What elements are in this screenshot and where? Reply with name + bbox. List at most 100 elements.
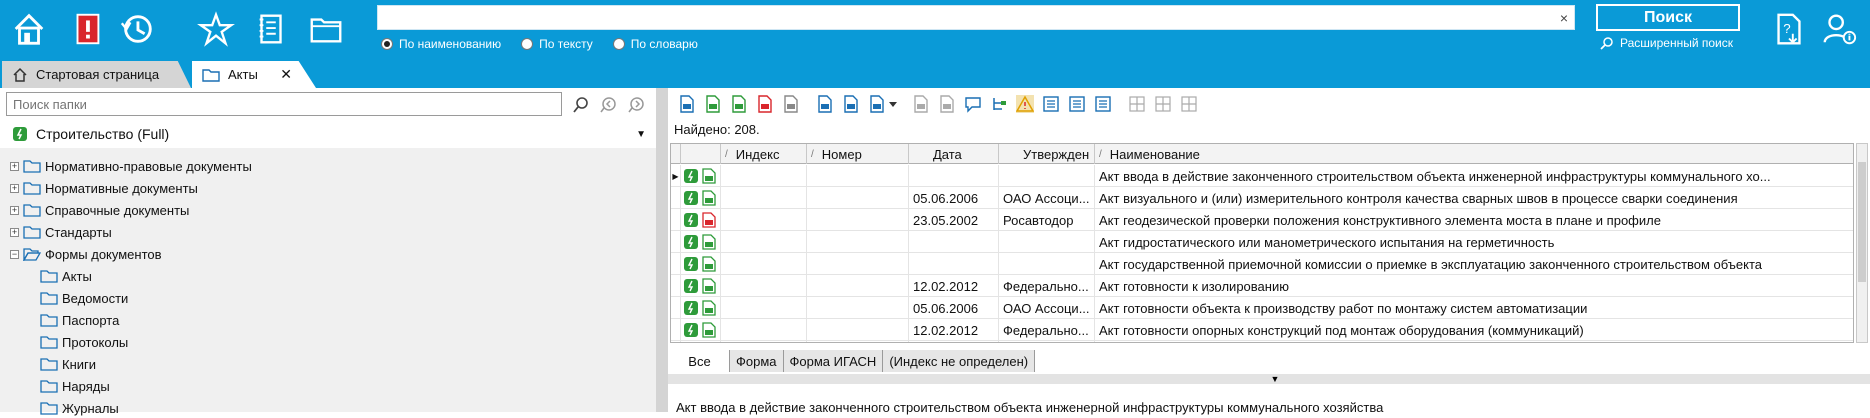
- folder-search-input[interactable]: [7, 93, 561, 115]
- tab-start-page[interactable]: Стартовая страница: [2, 61, 191, 88]
- root-folder-selector[interactable]: Строительство (Full) ▼: [12, 124, 646, 144]
- layout-1-icon[interactable]: [1126, 93, 1148, 115]
- doc-green-edit-icon[interactable]: [728, 93, 750, 115]
- tab-acts[interactable]: Акты ✕: [192, 61, 316, 88]
- search-field[interactable]: ×: [377, 5, 1575, 30]
- tree-item[interactable]: + Нормативные документы: [10, 178, 198, 198]
- checklist-icon[interactable]: [936, 93, 958, 115]
- radio-by-name[interactable]: По наименованию: [381, 37, 501, 51]
- table-row[interactable]: 12.02.2012 Федерально... Акт готовности к …: [671, 275, 1853, 297]
- tree-item[interactable]: Ведомости: [40, 288, 128, 308]
- folder-icon: [40, 336, 58, 349]
- filter-tab[interactable]: Все: [670, 350, 730, 372]
- grid-view-icon[interactable]: [1066, 93, 1088, 115]
- row-indicator: [671, 275, 681, 297]
- favorites-star-icon[interactable]: [195, 8, 237, 50]
- tree-item[interactable]: + Стандарты: [10, 222, 112, 242]
- tree-item[interactable]: Журналы: [40, 398, 119, 418]
- search-input[interactable]: [378, 6, 1574, 29]
- tree-item[interactable]: + Нормативно-правовые документы: [10, 156, 252, 176]
- horizontal-splitter[interactable]: ▼: [668, 374, 1870, 384]
- dropdown-arrow-icon[interactable]: [888, 93, 898, 115]
- doc-gray-icon[interactable]: [780, 93, 802, 115]
- doc-red-icon[interactable]: [754, 93, 776, 115]
- table-row[interactable]: 23.05.2002 Росавтодор Акт геодезической пр…: [671, 209, 1853, 231]
- tree-item[interactable]: − Формы документов: [10, 244, 162, 264]
- status-header: [681, 144, 721, 164]
- folder-search-field[interactable]: [6, 92, 562, 116]
- database-icon: [13, 127, 27, 141]
- tree-item-label: Журналы: [62, 400, 119, 416]
- folder-open-icon: [23, 248, 41, 261]
- doc-green-icon[interactable]: [702, 93, 724, 115]
- search-button[interactable]: Поиск: [1596, 4, 1740, 31]
- table-row[interactable]: 12.02.2012 Федерально... Акт готовности оп…: [671, 319, 1853, 341]
- filter-tab[interactable]: Форма: [730, 350, 784, 372]
- table-row[interactable]: ▶ Акт ввода в действие законченного строи…: [671, 165, 1853, 187]
- history-icon[interactable]: [116, 8, 158, 50]
- export-icon[interactable]: [814, 93, 836, 115]
- folder-icon[interactable]: [305, 8, 347, 50]
- column-header-label: Утвержден: [1023, 146, 1090, 162]
- search-next-icon[interactable]: [626, 94, 648, 116]
- import-icon[interactable]: [840, 93, 862, 115]
- clear-search-icon[interactable]: ×: [1560, 10, 1568, 26]
- table-scrollbar[interactable]: [1856, 143, 1868, 343]
- warning-icon[interactable]: [1014, 93, 1036, 115]
- search-icon[interactable]: [570, 94, 592, 116]
- help-document-icon[interactable]: ?: [1768, 8, 1810, 50]
- scrollbar-thumb[interactable]: [1858, 162, 1866, 282]
- search-previous-icon[interactable]: [598, 94, 620, 116]
- column-header-date[interactable]: Дата: [909, 144, 999, 164]
- send-icon[interactable]: [866, 93, 888, 115]
- doc-blue-icon[interactable]: [676, 93, 698, 115]
- layout-2-icon[interactable]: [1152, 93, 1174, 115]
- tree-item[interactable]: Протоколы: [40, 332, 128, 352]
- list-view-icon[interactable]: [1040, 93, 1062, 115]
- radio-by-text[interactable]: По тексту: [521, 37, 593, 51]
- user-info-icon[interactable]: [1818, 8, 1860, 50]
- column-header-number[interactable]: / Номер: [807, 144, 909, 164]
- database-icon: [684, 213, 698, 227]
- tree-item[interactable]: Наряды: [40, 376, 110, 396]
- document-icon: [702, 256, 716, 272]
- tree-item[interactable]: Паспорта: [40, 310, 119, 330]
- expand-icon[interactable]: +: [10, 205, 19, 215]
- home-icon[interactable]: [8, 8, 50, 50]
- table-row[interactable]: Акт гидростатического или манометрическо…: [671, 231, 1853, 253]
- expand-icon[interactable]: +: [10, 183, 19, 193]
- column-header-name[interactable]: / Наименование: [1095, 144, 1853, 164]
- magnifier-icon: [1600, 37, 1613, 50]
- notebook-icon[interactable]: [250, 8, 292, 50]
- tree-item[interactable]: + Справочные документы: [10, 200, 189, 220]
- table-row[interactable]: Акт-допуск для производства строительно-…: [671, 341, 1853, 342]
- collapse-icon[interactable]: −: [10, 249, 19, 259]
- close-icon[interactable]: ✕: [280, 66, 292, 83]
- expand-icon[interactable]: +: [10, 161, 19, 171]
- folder-tree: + Нормативно-правовые документы + Нормативн…: [0, 148, 656, 416]
- hierarchy-icon[interactable]: [988, 93, 1010, 115]
- table-row[interactable]: 05.06.2006 ОАО Ассоци... Акт визуального и…: [671, 187, 1853, 209]
- filter-tab[interactable]: (Индекс не определен): [883, 350, 1036, 372]
- cell-index: [721, 209, 807, 231]
- tree-item[interactable]: Книги: [40, 354, 96, 374]
- tree-item[interactable]: Акты: [40, 266, 92, 286]
- expand-icon[interactable]: +: [10, 227, 19, 237]
- cell-number: [807, 297, 909, 319]
- filter-tab[interactable]: Форма ИГАСН: [783, 350, 884, 372]
- compare-icon[interactable]: [910, 93, 932, 115]
- chevron-down-icon[interactable]: ▼: [1268, 374, 1282, 384]
- column-header-approved[interactable]: Утвержден: [999, 144, 1095, 164]
- radio-by-dictionary[interactable]: По словарю: [612, 37, 698, 51]
- column-header-index[interactable]: / Индекс: [721, 144, 807, 164]
- text-view-icon[interactable]: [1092, 93, 1114, 115]
- chevron-down-icon: ▼: [636, 128, 646, 140]
- comment-icon[interactable]: [962, 93, 984, 115]
- vertical-splitter[interactable]: [656, 88, 668, 412]
- alert-document-icon[interactable]: [66, 8, 108, 50]
- table-row[interactable]: 05.06.2006 ОАО Ассоци... Акт готовности об…: [671, 297, 1853, 319]
- row-indicator: [671, 319, 681, 341]
- advanced-search-link[interactable]: Расширенный поиск: [1600, 36, 1733, 50]
- layout-3-icon[interactable]: [1178, 93, 1200, 115]
- table-row[interactable]: Акт государственной приемочной комиссии …: [671, 253, 1853, 275]
